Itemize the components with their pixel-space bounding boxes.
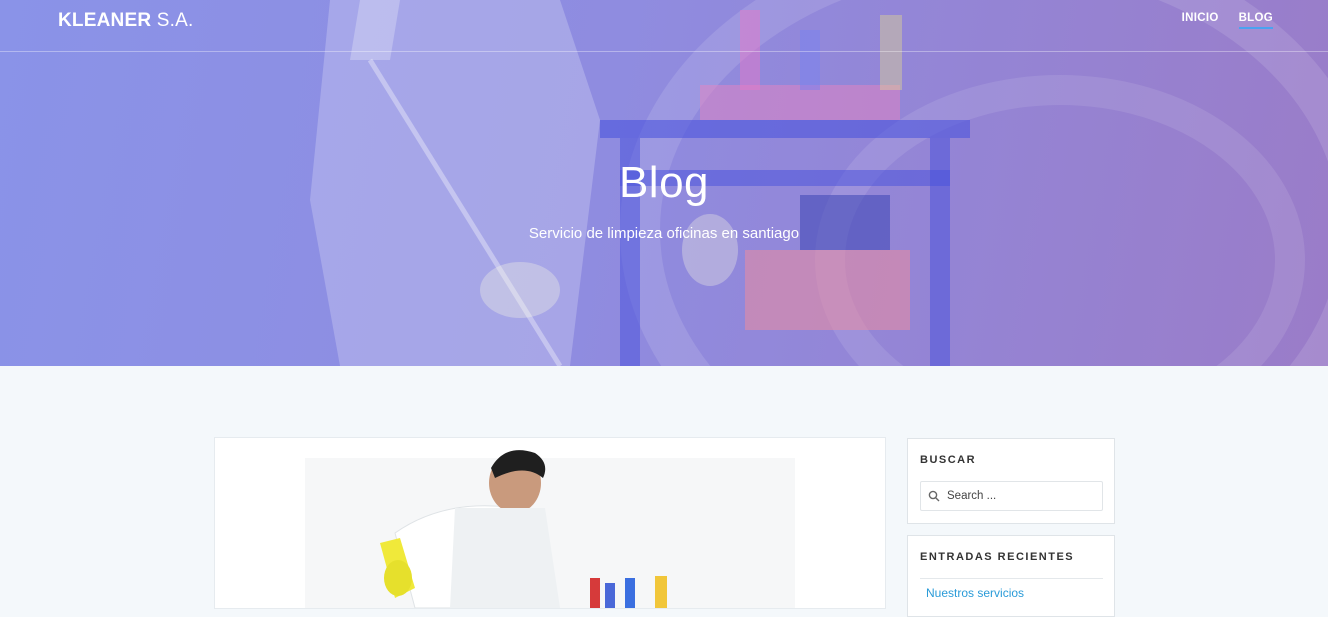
- hero-banner: KLEANER S.A. INICIO BLOG Blog Servicio d…: [0, 0, 1328, 366]
- blog-post-card[interactable]: [214, 437, 886, 609]
- search-icon: [928, 490, 940, 502]
- search-widget-title: BUSCAR: [920, 454, 977, 466]
- page-title: Blog: [618, 158, 710, 207]
- top-navbar: KLEANER S.A. INICIO BLOG: [0, 0, 1328, 52]
- search-box[interactable]: [920, 481, 1103, 511]
- page-subtitle: Servicio de limpieza oficinas en santiag…: [528, 225, 800, 242]
- brand-name-bold: KLEANER: [58, 10, 152, 31]
- search-widget: BUSCAR: [907, 438, 1115, 524]
- recent-divider: [920, 578, 1103, 579]
- nav-item-blog[interactable]: BLOG: [1238, 12, 1273, 29]
- brand-name-light: S.A.: [156, 10, 194, 31]
- site-logo[interactable]: KLEANER S.A.: [58, 10, 193, 32]
- search-input[interactable]: [945, 485, 1101, 507]
- recent-post-link[interactable]: Nuestros servicios: [926, 586, 1024, 600]
- nav-item-inicio[interactable]: INICIO: [1182, 12, 1219, 29]
- recent-posts-title: ENTRADAS RECIENTES: [920, 551, 1075, 563]
- post-featured-image[interactable]: [215, 438, 885, 608]
- main-nav: INICIO BLOG: [1182, 12, 1273, 29]
- recent-posts-widget: ENTRADAS RECIENTES Nuestros servicios: [907, 535, 1115, 617]
